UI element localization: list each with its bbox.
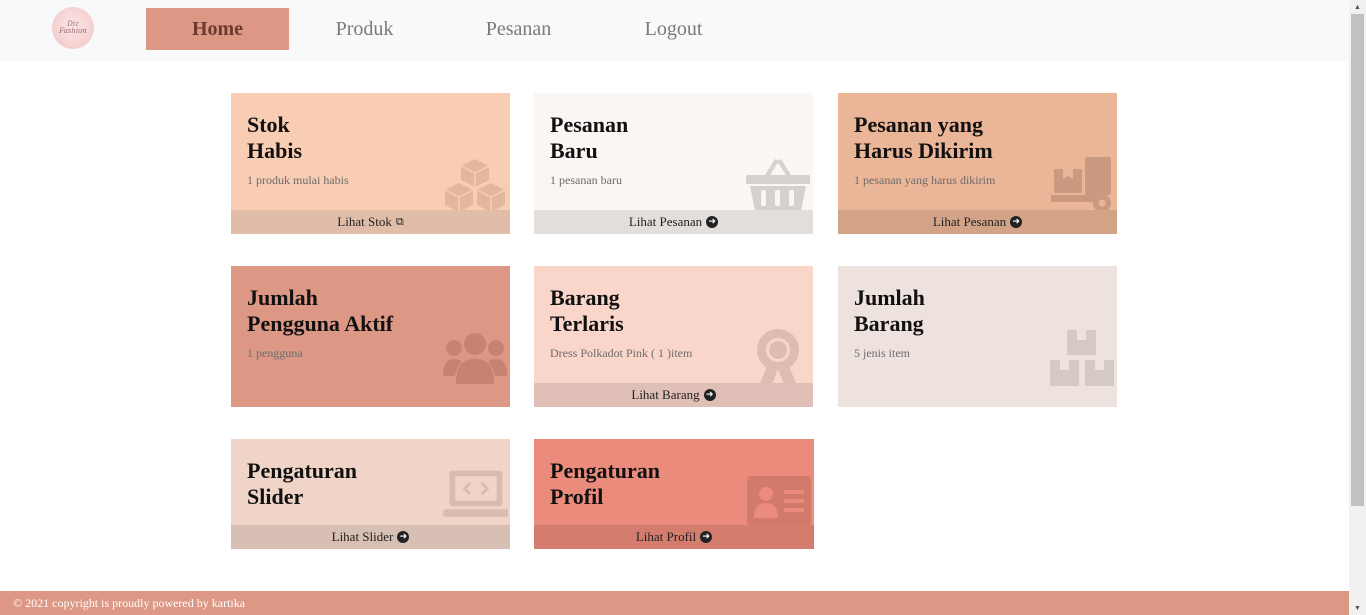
footer-label: Lihat Barang xyxy=(631,387,700,402)
card-pengaturan-profil: Pengaturan Profil Lihat Profil ➜ xyxy=(534,439,814,549)
page-footer: © 2021 copyright is proudly powered by k… xyxy=(0,591,1349,615)
card-title: Jumlah Pengguna Aktif xyxy=(247,285,394,336)
boxes-small-icon: ⧉ xyxy=(395,215,404,228)
award-icon xyxy=(757,329,799,388)
arrow-circle-right-icon: ➜ xyxy=(703,389,716,401)
laptop-code-icon xyxy=(442,470,508,517)
card-pesanan-dikirim: Pesanan yang Harus Dikirim 1 pesanan yan… xyxy=(838,93,1117,234)
card-title: Pengaturan Slider xyxy=(247,458,357,509)
card-title: Barang Terlaris xyxy=(550,285,624,336)
cubes-icon xyxy=(1050,330,1114,386)
card-stok-habis: Stok Habis 1 produk mulai habis Lihat St… xyxy=(231,93,510,234)
card-subtitle: 1 pengguna xyxy=(247,346,303,360)
card-title: Pesanan Baru xyxy=(550,112,629,163)
card-pengaturan-slider: Pengaturan Slider Lihat Slider ➜ xyxy=(231,439,510,549)
card-barang-terlaris: Barang Terlaris Dress Polkadot Pink ( 1 … xyxy=(534,266,813,407)
arrow-circle-right-icon: ➜ xyxy=(1010,216,1023,228)
card-jumlah-barang: Jumlah Barang 5 jenis item xyxy=(838,266,1117,407)
scroll-up-arrow-icon[interactable]: ▲ xyxy=(1349,0,1366,14)
card-subtitle: Dress Polkadot Pink ( 1 )item xyxy=(550,346,693,360)
scroll-down-arrow-icon[interactable]: ▼ xyxy=(1349,601,1366,615)
card-title: Stok Habis xyxy=(247,112,303,163)
nav-pesanan[interactable]: Pesanan xyxy=(450,8,587,50)
basket-icon xyxy=(746,159,810,211)
brand-logo[interactable]: Diz Fashion xyxy=(52,7,94,49)
users-icon xyxy=(443,333,507,384)
nav-home[interactable]: Home xyxy=(146,8,289,50)
card-footer-link[interactable]: Lihat Barang ➜ xyxy=(534,383,813,407)
card-subtitle: 1 produk mulai habis xyxy=(247,173,349,187)
footer-label: Lihat Slider xyxy=(331,529,394,544)
card-title: Pengaturan Profil xyxy=(550,458,660,509)
card-footer-link[interactable]: Lihat Pesanan ➜ xyxy=(838,210,1117,234)
card-footer-link[interactable]: Lihat Slider ➜ xyxy=(231,525,510,549)
card-subtitle: 1 pesanan yang harus dikirim xyxy=(854,173,996,187)
card-pesanan-baru: Pesanan Baru 1 pesanan baru Lihat Pesana… xyxy=(534,93,813,234)
nav-produk[interactable]: Produk xyxy=(296,8,433,50)
card-footer-link[interactable]: Lihat Profil ➜ xyxy=(534,525,814,549)
card-footer-link[interactable]: Lihat Stok ⧉ xyxy=(231,210,510,234)
dolly-icon xyxy=(1051,157,1111,212)
card-pengguna-aktif: Jumlah Pengguna Aktif 1 pengguna xyxy=(231,266,510,407)
footer-label: Lihat Pesanan xyxy=(932,214,1007,229)
scroll-thumb[interactable] xyxy=(1351,14,1364,506)
footer-label: Lihat Stok xyxy=(337,214,392,229)
footer-label: Lihat Profil xyxy=(635,529,697,544)
card-subtitle: 5 jenis item xyxy=(854,346,910,360)
id-card-icon xyxy=(747,476,811,526)
card-subtitle: 1 pesanan baru xyxy=(550,173,622,187)
arrow-circle-right-icon: ➜ xyxy=(397,531,410,543)
card-footer-link[interactable]: Lihat Pesanan ➜ xyxy=(534,210,813,234)
card-title: Jumlah Barang xyxy=(854,285,925,336)
card-title: Pesanan yang Harus Dikirim xyxy=(854,112,993,163)
copyright-text: © 2021 copyright is proudly powered by k… xyxy=(13,595,246,610)
nav-logout[interactable]: Logout xyxy=(605,8,742,50)
boxes-icon xyxy=(444,159,506,212)
navbar: Diz Fashion Home Produk Pesanan Logout xyxy=(0,0,1349,61)
footer-label: Lihat Pesanan xyxy=(628,214,703,229)
arrow-circle-right-icon: ➜ xyxy=(706,216,719,228)
arrow-circle-right-icon: ➜ xyxy=(700,531,713,543)
